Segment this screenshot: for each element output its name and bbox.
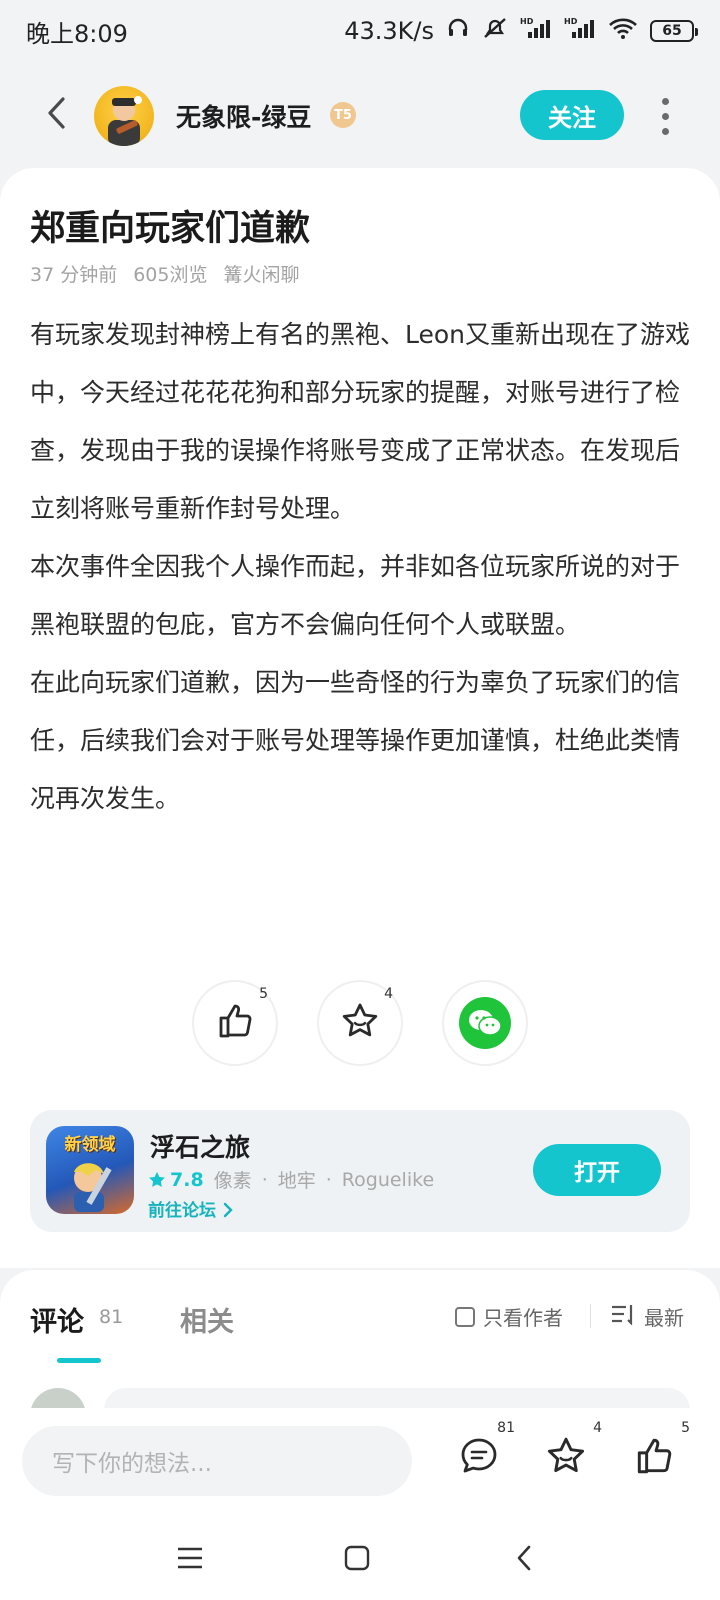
game-info: 7.8 像素 · 地牢 · Roguelike — [148, 1166, 434, 1193]
wechat-icon — [459, 997, 511, 1049]
thumbs-up-icon — [215, 1001, 255, 1045]
battery-icon: 65 — [650, 20, 698, 42]
back-icon — [514, 1544, 534, 1576]
follow-button[interactable]: 关注 — [520, 90, 624, 140]
status-time: 晚上8:09 — [26, 19, 128, 48]
game-icon-text: 新领域 — [64, 1135, 116, 1155]
tab-related[interactable]: 相关 — [180, 1300, 234, 1339]
tag-separator: · — [261, 1168, 268, 1191]
hd-signal-icon: HD — [520, 16, 552, 46]
forum-link[interactable]: 前往论坛 — [148, 1196, 234, 1221]
article-paragraph: 在此向玩家们道歉，因为一些奇怪的行为辜负了玩家们的信任，后续我们会对于账号处理等… — [30, 668, 681, 813]
article-title: 郑重向玩家们道歉 — [30, 209, 311, 249]
open-game-button[interactable]: 打开 — [533, 1144, 661, 1196]
post-category[interactable]: 篝火闲聊 — [223, 260, 299, 287]
article-meta: 37 分钟前 605浏览 篝火闲聊 — [30, 260, 300, 287]
post-header: 无象限-绿豆 T5 关注 — [0, 80, 720, 150]
tab-comments[interactable]: 评论 — [30, 1300, 84, 1339]
level-badge: T5 — [330, 102, 356, 128]
menu-icon — [175, 1545, 205, 1575]
like-count: 5 — [259, 986, 268, 1002]
divider — [590, 1304, 591, 1328]
game-icon[interactable]: 新领域 — [46, 1126, 134, 1214]
svg-text:HD: HD — [564, 17, 578, 26]
article-paragraph: 有玩家发现封神榜上有名的黑袍、Leon又重新出现在了游戏中，今天经过花花花狗和部… — [30, 320, 691, 523]
game-name: 浮石之旅 — [150, 1133, 251, 1162]
status-bar: 晚上8:09 43.3K/s HD HD 65 — [0, 0, 720, 62]
article-actions: 5 4 — [0, 980, 720, 1066]
comments-count: 81 — [99, 1306, 124, 1328]
home-button[interactable] — [333, 1536, 381, 1584]
comments-section: 评论 81 相关 只看作者 最新 — [0, 1270, 720, 1444]
system-nav-bar — [0, 1518, 720, 1600]
game-tag: Roguelike — [341, 1168, 435, 1191]
only-author-toggle[interactable]: 只看作者 — [455, 1302, 563, 1331]
author-name[interactable]: 无象限-绿豆 — [176, 98, 311, 134]
game-card[interactable]: 新领域 浮石之旅 7.8 像素 · 地牢 · Roguelike 前往论坛 打开 — [30, 1110, 690, 1232]
article-card: 郑重向玩家们道歉 37 分钟前 605浏览 篝火闲聊 有玩家发现封神榜上有名的黑… — [0, 168, 720, 1268]
bottom-action-bar: 写下你的想法... 81 4 5 — [0, 1408, 720, 1518]
comment-icon — [458, 1435, 500, 1481]
checkbox-icon[interactable] — [455, 1306, 475, 1327]
favorite-count: 4 — [384, 986, 393, 1002]
author-avatar[interactable] — [94, 86, 154, 146]
star-icon — [340, 1001, 380, 1045]
more-options-button[interactable] — [650, 94, 680, 138]
share-wechat-button[interactable] — [442, 980, 528, 1066]
game-rating: 7.8 — [148, 1169, 204, 1191]
tag-separator: · — [325, 1168, 332, 1191]
home-icon — [343, 1544, 371, 1576]
favorite-button[interactable]: 4 — [536, 1420, 602, 1488]
like-button[interactable]: 5 — [192, 980, 278, 1066]
game-tag: 地牢 — [277, 1170, 316, 1192]
menu-button[interactable] — [166, 1536, 214, 1584]
thumbs-up-icon — [633, 1435, 675, 1481]
sort-label: 最新 — [644, 1306, 684, 1330]
comment-button[interactable]: 81 — [449, 1420, 515, 1488]
article-body: 有玩家发现封神榜上有名的黑袍、Leon又重新出现在了游戏中，今天经过花花花狗和部… — [30, 306, 692, 828]
favorite-button[interactable]: 4 — [317, 980, 403, 1066]
back-button[interactable] — [34, 92, 80, 138]
post-time: 37 分钟前 — [30, 264, 118, 286]
comment-count: 81 — [497, 1420, 515, 1436]
wifi-icon — [608, 16, 638, 46]
active-tab-indicator — [57, 1358, 101, 1363]
chevron-right-icon — [223, 1202, 233, 1218]
game-tag: 像素 — [213, 1170, 252, 1192]
like-button[interactable]: 5 — [624, 1420, 690, 1488]
favorite-count: 4 — [593, 1420, 602, 1436]
hd-signal-icon: HD — [564, 16, 596, 46]
view-count: 605浏览 — [133, 264, 208, 286]
mute-icon — [482, 16, 508, 46]
like-count: 5 — [681, 1420, 690, 1436]
article-paragraph: 本次事件全因我个人操作而起，并非如各位玩家所说的对于黑袍联盟的包庇，官方不会偏向… — [30, 552, 681, 639]
comment-input[interactable]: 写下你的想法... — [22, 1426, 412, 1496]
headphones-icon — [446, 16, 470, 46]
only-author-label: 只看作者 — [483, 1306, 563, 1330]
status-right: 43.3K/s HD HD 65 — [344, 16, 698, 46]
sort-button[interactable]: 最新 — [610, 1302, 684, 1331]
network-speed: 43.3K/s — [344, 17, 434, 45]
svg-text:HD: HD — [520, 17, 534, 26]
more-vertical-icon — [661, 97, 669, 105]
star-icon — [545, 1435, 587, 1481]
sort-icon — [610, 1303, 636, 1330]
back-arrow-icon — [45, 96, 69, 134]
system-back-button[interactable] — [500, 1536, 548, 1584]
rating-star-icon — [149, 1171, 165, 1187]
